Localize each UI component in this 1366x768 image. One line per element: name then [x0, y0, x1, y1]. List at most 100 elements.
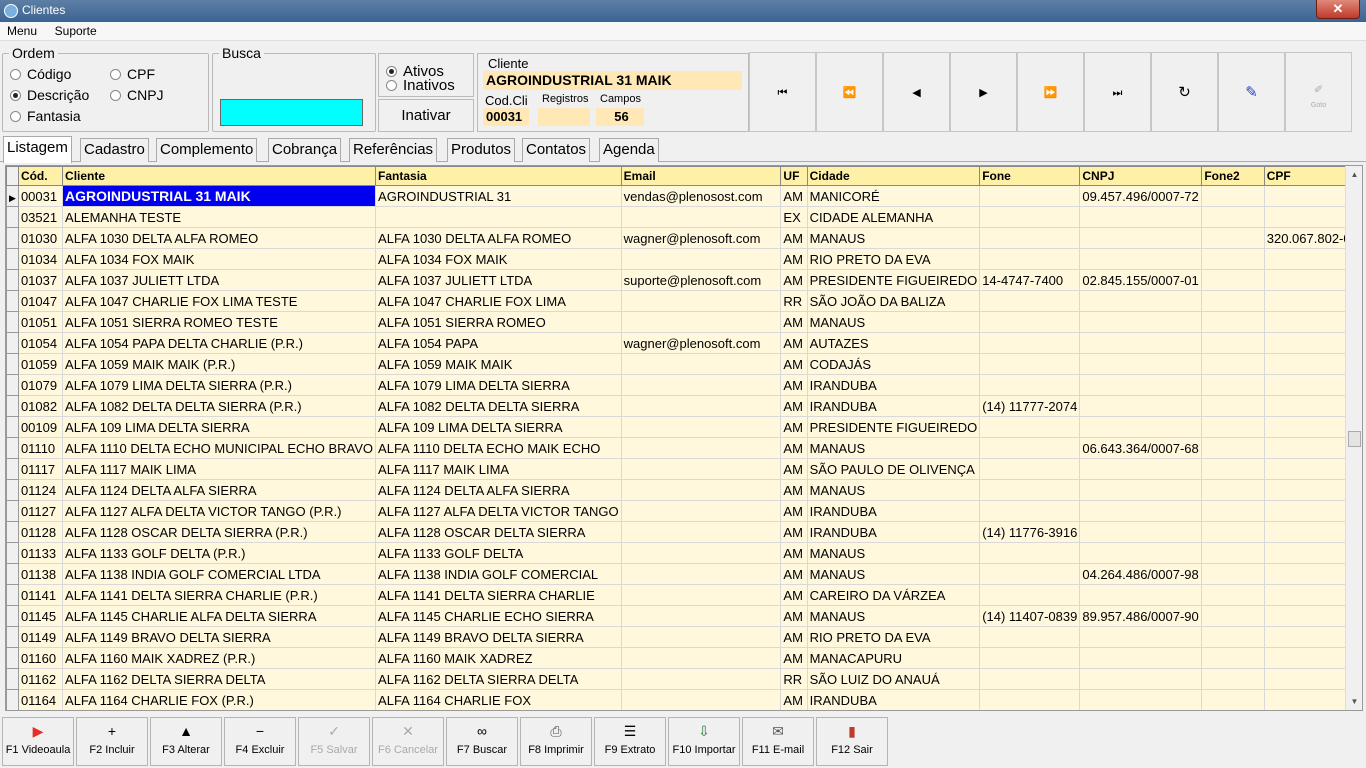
- table-cell[interactable]: AM: [780, 437, 808, 459]
- table-cell[interactable]: [979, 500, 1081, 522]
- table-cell[interactable]: AM: [780, 395, 808, 417]
- table-row[interactable]: 01149 ALFA 1149 BRAVO DELTA SIERRA ALFA 11…: [6, 626, 1362, 648]
- scroll-thumb[interactable]: [1348, 431, 1361, 447]
- table-cell[interactable]: AM: [780, 647, 808, 669]
- table-cell[interactable]: wagner@plenosoft.com: [620, 332, 782, 354]
- table-cell[interactable]: ALFA 1030 DELTA ALFA ROMEO: [375, 227, 622, 249]
- table-cell[interactable]: ALFA 1133 GOLF DELTA (P.R.): [62, 542, 377, 564]
- column-header[interactable]: Email: [620, 166, 782, 186]
- table-cell[interactable]: [620, 374, 782, 396]
- table-row[interactable]: 01141 ALFA 1141 DELTA SIERRA CHARLIE (P.R…: [6, 584, 1362, 606]
- table-cell[interactable]: ALFA 1030 DELTA ALFA ROMEO: [62, 227, 377, 249]
- table-cell[interactable]: ALFA 1047 CHARLIE FOX LIMA TESTE: [62, 290, 377, 312]
- table-cell[interactable]: AM: [780, 542, 808, 564]
- table-cell[interactable]: ALFA 1117 MAIK LIMA: [375, 458, 622, 480]
- table-cell[interactable]: [979, 206, 1081, 228]
- table-cell[interactable]: SÃO JOÃO DA BALIZA: [806, 290, 981, 312]
- table-cell[interactable]: [1201, 626, 1265, 648]
- table-cell[interactable]: 01047: [17, 290, 64, 312]
- table-cell[interactable]: ALFA 1079 LIMA DELTA SIERRA: [375, 374, 622, 396]
- table-cell[interactable]: [979, 626, 1081, 648]
- table-cell[interactable]: MANAUS: [806, 437, 981, 459]
- table-cell[interactable]: [1079, 668, 1203, 690]
- table-cell[interactable]: 01110: [17, 437, 64, 459]
- table-cell[interactable]: [1201, 416, 1265, 438]
- table-cell[interactable]: MANAUS: [806, 605, 981, 627]
- table-cell[interactable]: [375, 206, 622, 228]
- table-row[interactable]: ▶ 00031 AGROINDUSTRIAL 31 MAIK AGROINDUSTRI…: [6, 185, 1362, 207]
- table-cell[interactable]: ALFA 1145 CHARLIE ECHO SIERRA: [375, 605, 622, 627]
- table-cell[interactable]: 01133: [17, 542, 64, 564]
- first-record-button[interactable]: ⏮: [749, 52, 816, 132]
- table-cell[interactable]: [1201, 227, 1265, 249]
- table-cell[interactable]: [979, 332, 1081, 354]
- table-cell[interactable]: 01054: [17, 332, 64, 354]
- table-cell[interactable]: [1201, 668, 1265, 690]
- table-cell[interactable]: ALFA 1110 DELTA ECHO MUNICIPAL ECHO BRAV…: [62, 437, 377, 459]
- table-cell[interactable]: ALFA 1149 BRAVO DELTA SIERRA: [62, 626, 377, 648]
- table-cell[interactable]: [1079, 689, 1203, 710]
- table-cell[interactable]: RIO PRETO DA EVA: [806, 248, 981, 270]
- table-cell[interactable]: 09.457.496/0007-72: [1079, 185, 1203, 207]
- table-cell[interactable]: [1079, 311, 1203, 333]
- buscar-button[interactable]: ∞ F7 Buscar: [446, 717, 518, 766]
- table-cell[interactable]: [979, 668, 1081, 690]
- table-cell[interactable]: 01037: [17, 269, 64, 291]
- close-button[interactable]: ✕: [1316, 0, 1360, 19]
- radio-cnpj[interactable]: CNPJ: [110, 87, 164, 103]
- table-cell[interactable]: [1079, 521, 1203, 543]
- radio-cpf[interactable]: CPF: [110, 66, 155, 82]
- radio-descricao[interactable]: Descrição: [10, 87, 89, 103]
- table-cell[interactable]: 06.643.364/0007-68: [1079, 437, 1203, 459]
- table-cell[interactable]: (14) 11407-0839: [979, 605, 1081, 627]
- table-cell[interactable]: ALFA 1051 SIERRA ROMEO TESTE: [62, 311, 377, 333]
- table-cell[interactable]: RR: [780, 290, 808, 312]
- table-cell[interactable]: ALFA 1149 BRAVO DELTA SIERRA: [375, 626, 622, 648]
- table-cell[interactable]: [979, 227, 1081, 249]
- table-cell[interactable]: [979, 353, 1081, 375]
- table-cell[interactable]: ALFA 1059 MAIK MAIK (P.R.): [62, 353, 377, 375]
- table-cell[interactable]: 04.264.486/0007-98: [1079, 563, 1203, 585]
- table-cell[interactable]: ALFA 1110 DELTA ECHO MAIK ECHO: [375, 437, 622, 459]
- table-cell[interactable]: AM: [780, 521, 808, 543]
- table-row[interactable]: 01128 ALFA 1128 OSCAR DELTA SIERRA (P.R.)…: [6, 521, 1362, 543]
- tab-listagem[interactable]: Listagem: [3, 136, 72, 163]
- table-cell[interactable]: [1079, 353, 1203, 375]
- table-cell[interactable]: ALFA 1141 DELTA SIERRA CHARLIE (P.R.): [62, 584, 377, 606]
- table-cell[interactable]: ALFA 1145 CHARLIE ALFA DELTA SIERRA: [62, 605, 377, 627]
- table-row[interactable]: 01117 ALFA 1117 MAIK LIMA ALFA 1117 MAIK L…: [6, 458, 1362, 480]
- table-cell[interactable]: [620, 290, 782, 312]
- table-cell[interactable]: [979, 437, 1081, 459]
- table-cell[interactable]: MANAUS: [806, 542, 981, 564]
- table-cell[interactable]: [1201, 332, 1265, 354]
- table-cell[interactable]: ALFA 1160 MAIK XADREZ: [375, 647, 622, 669]
- table-cell[interactable]: [1201, 395, 1265, 417]
- table-cell[interactable]: [1079, 290, 1203, 312]
- column-header[interactable]: Cód.: [17, 166, 64, 186]
- table-cell[interactable]: RIO PRETO DA EVA: [806, 626, 981, 648]
- table-cell[interactable]: 01141: [17, 584, 64, 606]
- table-cell[interactable]: IRANDUBA: [806, 689, 981, 710]
- incluir-button[interactable]: + F2 Incluir: [76, 717, 148, 766]
- table-row[interactable]: 01133 ALFA 1133 GOLF DELTA (P.R.) ALFA 113…: [6, 542, 1362, 564]
- table-cell[interactable]: ALFA 1133 GOLF DELTA: [375, 542, 622, 564]
- table-cell[interactable]: 01034: [17, 248, 64, 270]
- last-record-button[interactable]: ⏭: [1084, 52, 1151, 132]
- table-cell[interactable]: [1201, 647, 1265, 669]
- table-cell[interactable]: ALFA 1141 DELTA SIERRA CHARLIE: [375, 584, 622, 606]
- table-cell[interactable]: 01117: [17, 458, 64, 480]
- cancelar-button[interactable]: ✕ F6 Cancelar: [372, 717, 444, 766]
- table-cell[interactable]: [1201, 353, 1265, 375]
- table-cell[interactable]: 01030: [17, 227, 64, 249]
- table-cell[interactable]: [979, 584, 1081, 606]
- table-cell[interactable]: AM: [780, 563, 808, 585]
- table-cell[interactable]: IRANDUBA: [806, 500, 981, 522]
- table-cell[interactable]: AM: [780, 584, 808, 606]
- table-row[interactable]: 01051 ALFA 1051 SIERRA ROMEO TESTE ALFA 10…: [6, 311, 1362, 333]
- table-cell[interactable]: [1079, 206, 1203, 228]
- table-cell[interactable]: [620, 395, 782, 417]
- inativar-button[interactable]: Inativar: [378, 99, 474, 132]
- table-cell[interactable]: ALFA 109 LIMA DELTA SIERRA: [375, 416, 622, 438]
- table-cell[interactable]: IRANDUBA: [806, 374, 981, 396]
- column-header[interactable]: UF: [780, 166, 808, 186]
